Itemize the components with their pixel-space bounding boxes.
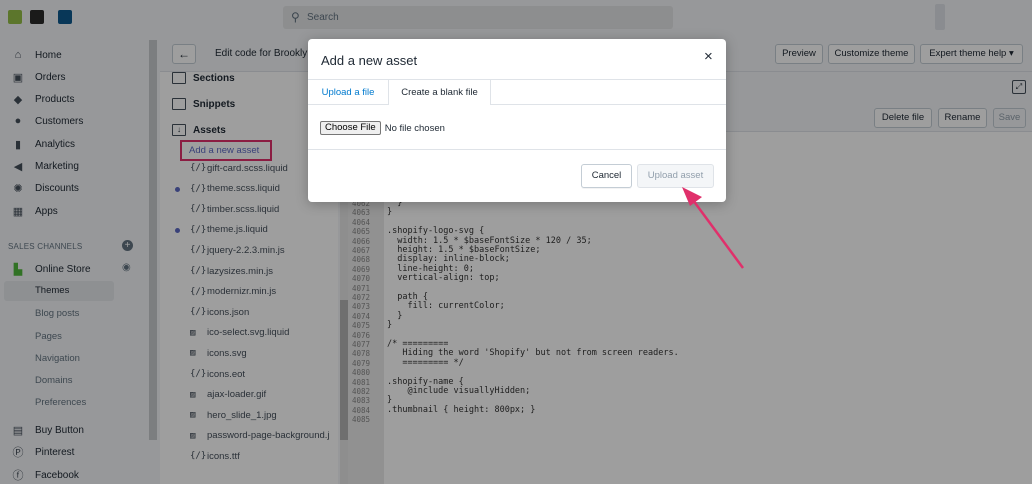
no-file-chosen-text: No file chosen: [384, 122, 445, 134]
modal-footer: Cancel Upload asset: [308, 149, 726, 202]
add-asset-modal: Add a new asset × Upload a file Create a…: [308, 39, 726, 202]
modal-title: Add a new asset: [321, 53, 418, 68]
modal-tabs: Upload a file Create a blank file: [308, 79, 726, 105]
tab-upload-file[interactable]: Upload a file: [308, 80, 388, 105]
cancel-button[interactable]: Cancel: [581, 164, 632, 188]
choose-file-button[interactable]: Choose File: [320, 121, 381, 135]
upload-asset-button[interactable]: Upload asset: [637, 164, 714, 188]
close-icon[interactable]: ×: [704, 48, 713, 65]
file-input-row: Choose File No file chosen: [320, 121, 445, 135]
tab-create-blank-file[interactable]: Create a blank file: [388, 80, 491, 105]
